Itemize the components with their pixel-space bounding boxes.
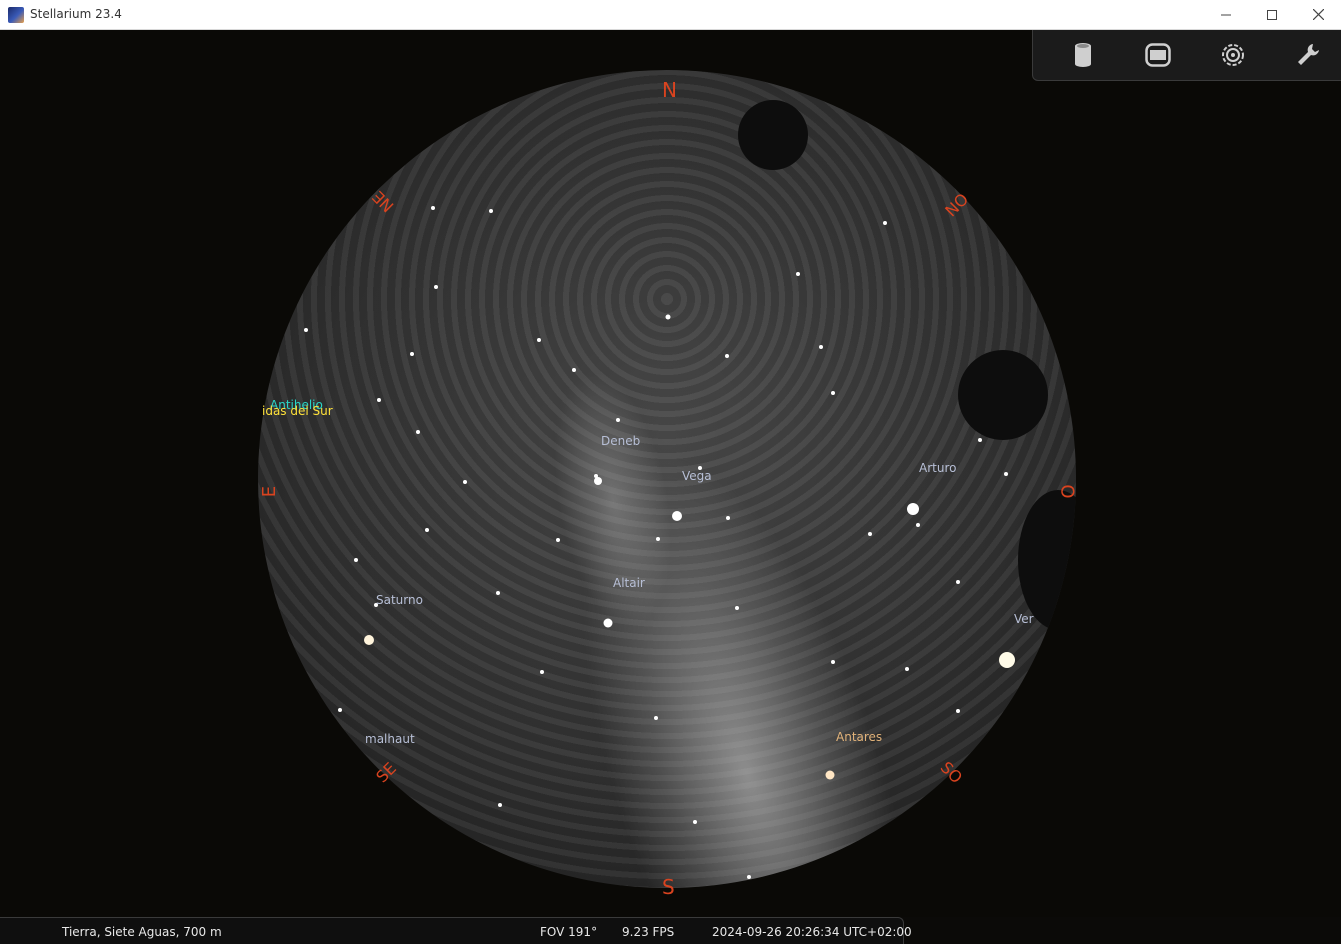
deneb-star [594, 477, 602, 485]
target-icon[interactable] [1217, 40, 1249, 70]
screen-icon[interactable] [1142, 40, 1174, 70]
altair-label: Altair [613, 576, 645, 590]
venus-label: Ver [1014, 612, 1034, 626]
polaris-star [665, 314, 671, 320]
close-button[interactable] [1295, 0, 1341, 29]
maximize-button[interactable] [1249, 0, 1295, 29]
altair-star [603, 618, 613, 628]
cardinal-e: E [259, 485, 281, 498]
fps-text: 9.23 FPS [622, 925, 675, 939]
deneb-label: Deneb [601, 434, 641, 448]
antares-label: Antares [836, 730, 883, 744]
sky-view[interactable]: N NE E SE S SO O ON Antihelio idas del S… [0, 30, 1341, 917]
cylinder-icon[interactable] [1067, 40, 1099, 70]
maximize-icon [1267, 9, 1277, 20]
datetime-text[interactable]: 2024-09-26 20:26:34 UTC+02:00 [712, 925, 912, 939]
close-icon [1312, 9, 1324, 20]
antares-star [825, 770, 835, 780]
window-title: Stellarium 23.4 [30, 7, 122, 21]
arturo-star [907, 503, 919, 515]
title-bar: Stellarium 23.4 [0, 0, 1341, 30]
cardinal-o: O [1056, 484, 1078, 499]
venus-planet [999, 652, 1015, 668]
status-bar: Tierra, Siete Aguas, 700 m FOV 191° 9.23… [0, 917, 912, 944]
cardinal-n: N [662, 78, 677, 102]
vega-label: Vega [682, 469, 712, 483]
fov-text: FOV 191° [540, 925, 598, 939]
fomalhaut-label: malhaut [365, 732, 415, 746]
meteor-shower-label: idas del Sur [262, 404, 333, 418]
stellarium-app-icon [8, 7, 24, 23]
saturno-planet [364, 635, 374, 645]
location-text[interactable]: Tierra, Siete Aguas, 700 m [62, 925, 222, 939]
minimize-icon [1221, 14, 1231, 15]
minimize-button[interactable] [1203, 0, 1249, 29]
cardinal-s: S [662, 875, 675, 899]
top-toolbar [1032, 30, 1341, 81]
saturno-label: Saturno [376, 593, 423, 607]
arturo-label: Arturo [919, 461, 957, 475]
vega-star [672, 511, 682, 521]
wrench-icon[interactable] [1292, 40, 1324, 70]
